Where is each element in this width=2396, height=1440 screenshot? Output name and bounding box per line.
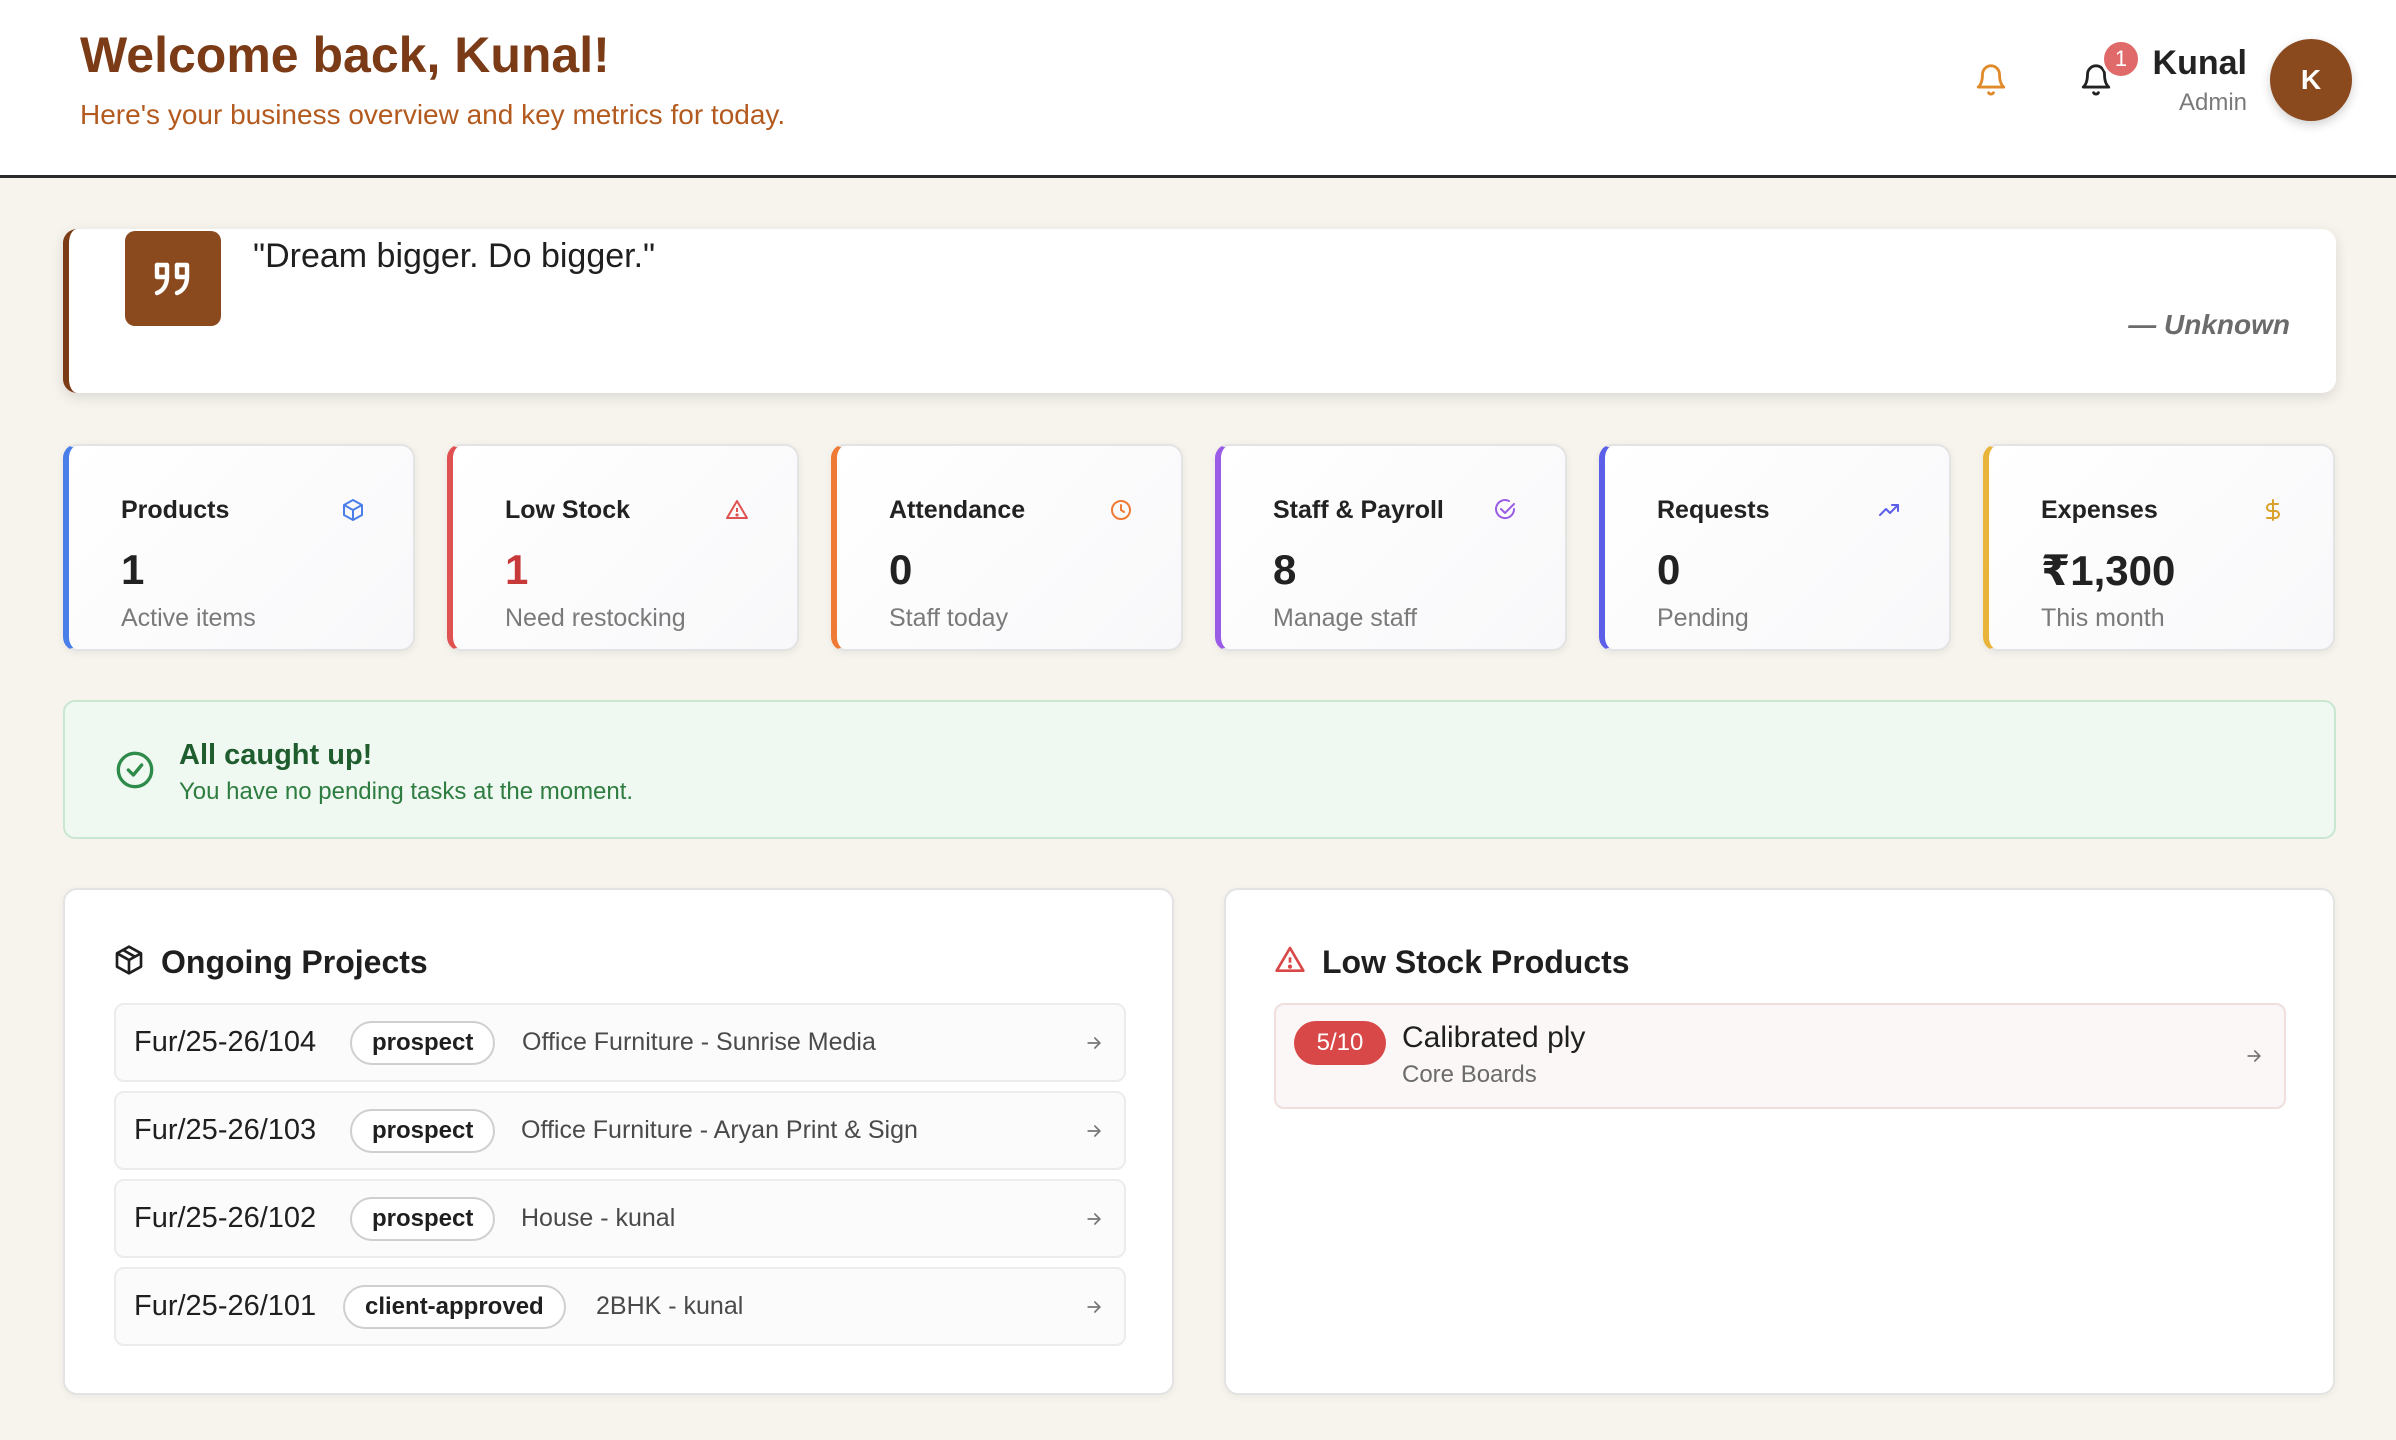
quote-card: "Dream bigger. Do bigger." — Unknown — [63, 229, 2336, 393]
clock-icon — [1107, 496, 1135, 524]
stock-quantity-badge: 5/10 — [1294, 1021, 1386, 1065]
stat-subtitle: Staff today — [889, 604, 1009, 632]
stat-title: Low Stock — [505, 496, 631, 524]
stat-value: 0 — [889, 546, 913, 593]
stat-title: Requests — [1657, 496, 1770, 524]
package-icon — [113, 944, 145, 981]
project-name: 2BHK - kunal — [596, 1292, 744, 1320]
stat-value: ₹1,300 — [2041, 547, 2176, 594]
project-code: Fur/25-26/101 — [134, 1290, 317, 1322]
box-icon — [339, 496, 367, 524]
avatar[interactable]: K — [2270, 39, 2352, 121]
quote-author: — Unknown — [2128, 309, 2290, 340]
notification-count-badge: 1 — [2101, 39, 2141, 79]
project-status-badge: client-approved — [343, 1284, 566, 1329]
arrow-right-icon — [1080, 1293, 1108, 1321]
stat-title: Attendance — [889, 496, 1026, 524]
stat-title: Expenses — [2041, 496, 2158, 524]
project-code: Fur/25-26/103 — [134, 1114, 317, 1146]
page-subtitle: Here's your business overview and key me… — [80, 99, 786, 130]
quote-text: "Dream bigger. Do bigger." — [253, 237, 656, 275]
tasks-status-title: All caught up! — [179, 739, 373, 771]
panel-header: Ongoing Projects — [113, 942, 428, 982]
stat-value: 1 — [121, 546, 145, 593]
project-row[interactable]: Fur/25-26/101 client-approved 2BHK - kun… — [114, 1267, 1126, 1346]
user-name: Kunal — [2152, 44, 2247, 82]
stat-subtitle: Pending — [1657, 604, 1749, 632]
stat-card-staff-payroll[interactable]: Staff & Payroll 8 Manage staff — [1215, 444, 1567, 651]
stat-value: 0 — [1657, 546, 1681, 593]
user-role: Admin — [2178, 89, 2247, 116]
alert-triangle-icon — [1274, 944, 1306, 981]
stat-card-low-stock[interactable]: Low Stock 1 Need restocking — [447, 444, 799, 651]
project-row[interactable]: Fur/25-26/104 prospect Office Furniture … — [114, 1003, 1126, 1082]
stat-card-products[interactable]: Products 1 Active items — [63, 444, 415, 651]
project-code: Fur/25-26/102 — [134, 1202, 317, 1234]
product-category: Core Boards — [1402, 1061, 1537, 1088]
stat-title: Staff & Payroll — [1273, 496, 1444, 524]
tasks-status-subtitle: You have no pending tasks at the moment. — [179, 778, 634, 805]
stat-card-requests[interactable]: Requests 0 Pending — [1599, 444, 1951, 651]
stat-subtitle: Need restocking — [505, 604, 686, 632]
stat-card-expenses[interactable]: Expenses ₹1,300 This month — [1983, 444, 2335, 651]
arrow-right-icon — [1080, 1205, 1108, 1233]
project-row[interactable]: Fur/25-26/103 prospect Office Furniture … — [114, 1091, 1126, 1170]
page-header: Welcome back, Kunal! Here's your busines… — [0, 0, 2396, 178]
project-code: Fur/25-26/104 — [134, 1026, 317, 1058]
product-name: Calibrated ply — [1402, 1021, 1586, 1054]
stat-subtitle: This month — [2041, 604, 2165, 632]
stat-subtitle: Manage staff — [1273, 604, 1418, 632]
arrow-right-icon — [1080, 1029, 1108, 1057]
panel-title: Low Stock Products — [1322, 943, 1630, 980]
project-name: House - kunal — [521, 1204, 676, 1232]
check-circle-icon — [1491, 496, 1519, 524]
panel-title: Ongoing Projects — [161, 943, 428, 980]
dollar-icon — [2259, 496, 2287, 524]
panel-header: Low Stock Products — [1274, 942, 1630, 982]
alerts-bell-icon[interactable] — [1961, 50, 2021, 110]
arrow-right-icon — [2240, 1042, 2268, 1070]
stat-value: 8 — [1273, 546, 1297, 593]
low-stock-item[interactable]: 5/10 Calibrated ply Core Boards — [1274, 1003, 2286, 1109]
stat-value: 1 — [505, 546, 529, 593]
page-title: Welcome back, Kunal! — [80, 27, 610, 83]
arrow-right-icon — [1080, 1117, 1108, 1145]
project-status-badge: prospect — [350, 1196, 496, 1241]
quote-icon — [125, 231, 221, 326]
low-stock-products-panel: Low Stock Products 5/10 Calibrated ply C… — [1224, 888, 2335, 1395]
stat-title: Products — [121, 496, 230, 524]
stat-subtitle: Active items — [121, 604, 256, 632]
project-status-badge: prospect — [350, 1020, 496, 1065]
tasks-status-banner: All caught up! You have no pending tasks… — [63, 700, 2336, 839]
alert-triangle-icon — [723, 496, 751, 524]
project-name: Office Furniture - Sunrise Media — [522, 1028, 876, 1056]
trending-up-icon — [1875, 496, 1903, 524]
project-row[interactable]: Fur/25-26/102 prospect House - kunal — [114, 1179, 1126, 1258]
ongoing-projects-panel: Ongoing Projects Fur/25-26/104 prospect … — [63, 888, 1174, 1395]
check-circle-icon — [115, 750, 155, 790]
project-name: Office Furniture - Aryan Print & Sign — [521, 1116, 918, 1144]
stat-card-attendance[interactable]: Attendance 0 Staff today — [831, 444, 1183, 651]
project-status-badge: prospect — [350, 1108, 496, 1153]
